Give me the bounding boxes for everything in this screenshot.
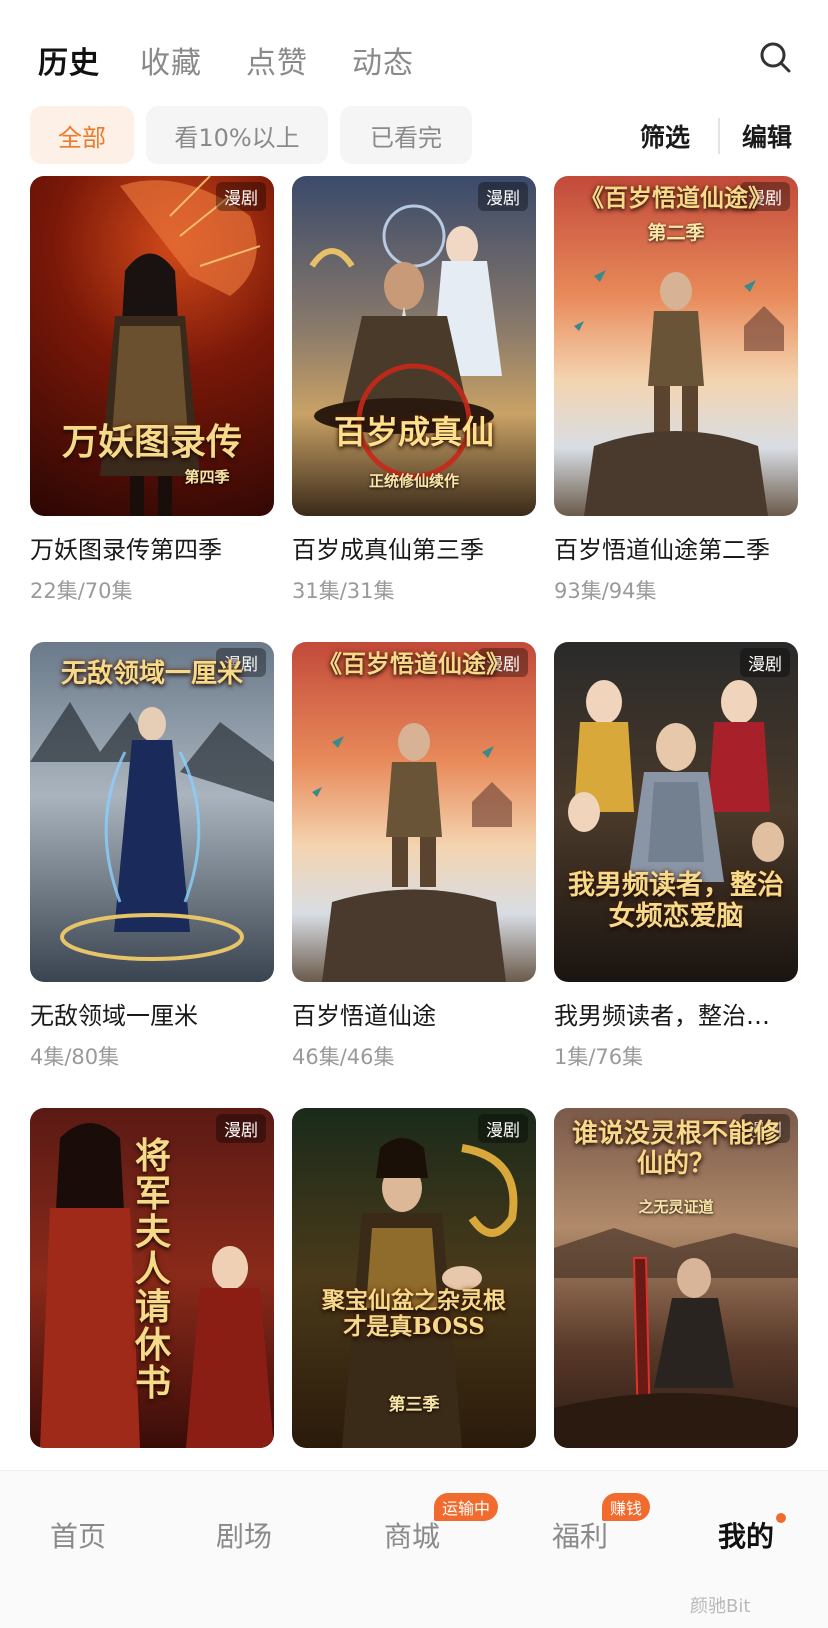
nav-home[interactable]: 首页 xyxy=(50,1515,106,1555)
blue-robed-swordsman-illustration xyxy=(30,702,274,961)
cover-title: 无敌领域一厘米 xyxy=(60,659,243,689)
divider xyxy=(718,118,720,154)
drama-card[interactable]: 漫剧 《百岁悟道仙途》 百岁悟道仙途 46集/46集 xyxy=(292,642,536,1071)
drama-card[interactable]: 漫剧 百岁成真仙 正统修仙续作 百岁成真仙第三季 31集/31集 xyxy=(292,176,536,605)
cover-title: 谁说没灵根不能修仙的？ xyxy=(571,1119,780,1179)
drama-title: 万妖图录传第四季 xyxy=(30,536,222,564)
type-badge: 漫剧 xyxy=(740,648,790,677)
old-cultivator-illustration xyxy=(312,723,512,982)
episode-progress: 46集/46集 xyxy=(292,1045,395,1069)
drama-card[interactable]: 漫剧 无敌领域一厘米 无敌领域一厘米 4集/80集 xyxy=(30,642,274,1071)
cover-subtitle: 第三季 xyxy=(388,1395,440,1415)
drama-card[interactable]: 漫剧 聚宝仙盆之杂灵根才是真BOSS 第三季 xyxy=(292,1108,536,1448)
episode-progress: 31集/31集 xyxy=(292,579,395,603)
drama-card[interactable]: 漫剧 《百岁悟道仙途》 第二季 百岁悟道仙途第二季 93集/94集 xyxy=(554,176,798,605)
cover-image[interactable]: 漫剧 将军夫人请休书 xyxy=(30,1108,274,1448)
edit-button[interactable]: 编辑 xyxy=(742,118,792,154)
tiger-warrior-illustration xyxy=(100,176,261,516)
cover-image[interactable]: 漫剧 百岁成真仙 正统修仙续作 xyxy=(292,176,536,516)
tab-likes[interactable]: 点赞 xyxy=(246,38,308,82)
cover-title: 万妖图录传 xyxy=(61,421,242,463)
top-tabs: 历史 收藏 点赞 动态 xyxy=(0,0,828,110)
cover-subtitle: 之无灵证道 xyxy=(638,1198,714,1216)
episode-progress: 93集/94集 xyxy=(554,579,657,603)
tab-activity[interactable]: 动态 xyxy=(352,38,414,82)
type-badge: 漫剧 xyxy=(216,1114,266,1143)
nav-mall[interactable]: 商城 xyxy=(384,1515,440,1555)
search-icon[interactable] xyxy=(756,38,796,78)
cover-image[interactable]: 漫剧 《百岁悟道仙途》 xyxy=(292,642,536,982)
tab-favorites[interactable]: 收藏 xyxy=(140,38,202,82)
filter-finished[interactable]: 已看完 xyxy=(340,106,472,164)
watermark: 颜驰Bit xyxy=(690,1596,751,1617)
cover-subtitle: 正统修仙续作 xyxy=(368,472,459,490)
filter-button[interactable]: 筛选 xyxy=(640,118,690,154)
nav-welfare[interactable]: 福利 xyxy=(552,1515,608,1555)
drama-title: 百岁悟道仙途 xyxy=(292,1002,436,1030)
drama-card[interactable]: 漫剧 我男频读者，整治女频恋爱脑 我男频读者，整治… 1集/76集 xyxy=(554,642,798,1071)
welfare-earn-badge: 赚钱 xyxy=(602,1493,651,1521)
cover-subtitle: 第二季 xyxy=(647,222,705,244)
episode-progress: 22集/70集 xyxy=(30,579,133,603)
type-badge: 漫剧 xyxy=(216,182,266,211)
cover-title: 《百岁悟道仙途》 xyxy=(580,183,772,212)
cover-title: 将军夫人请休书 xyxy=(134,1135,171,1404)
drama-card[interactable]: 漫剧 万妖图录传 第四季 万妖图录传第四季 22集/70集 xyxy=(30,176,274,605)
type-badge: 漫剧 xyxy=(478,1114,528,1143)
cover-title: 聚宝仙盆之杂灵根才是真BOSS xyxy=(322,1287,506,1341)
type-badge: 漫剧 xyxy=(478,182,528,211)
nav-mine[interactable]: 我的 xyxy=(718,1515,774,1555)
drama-card[interactable]: 漫剧 将军夫人请休书 xyxy=(30,1108,274,1448)
drama-title: 我男频读者，整治… xyxy=(554,1002,770,1030)
tab-history[interactable]: 历史 xyxy=(38,38,100,82)
cover-image[interactable]: 漫剧 谁说没灵根不能修仙的？ 之无灵证道 xyxy=(554,1108,798,1448)
immortal-sage-illustration xyxy=(309,204,502,479)
cover-image[interactable]: 漫剧 《百岁悟道仙途》 第二季 xyxy=(554,176,798,516)
drama-title: 百岁成真仙第三季 xyxy=(292,536,484,564)
cover-image[interactable]: 漫剧 万妖图录传 第四季 xyxy=(30,176,274,516)
nav-theater[interactable]: 剧场 xyxy=(216,1515,272,1555)
mall-status-badge: 运输中 xyxy=(434,1493,499,1521)
cover-image[interactable]: 漫剧 无敌领域一厘米 xyxy=(30,642,274,982)
cover-title: 百岁成真仙 xyxy=(333,413,494,451)
episode-progress: 1集/76集 xyxy=(554,1045,644,1069)
drama-title: 无敌领域一厘米 xyxy=(30,1002,198,1030)
notification-dot xyxy=(774,1511,788,1525)
cover-subtitle: 第四季 xyxy=(184,468,230,486)
drama-title: 百岁悟道仙途第二季 xyxy=(554,536,770,564)
episode-progress: 4集/80集 xyxy=(30,1045,120,1069)
cover-image[interactable]: 漫剧 聚宝仙盆之杂灵根才是真BOSS 第三季 xyxy=(292,1108,536,1448)
cover-image[interactable]: 漫剧 我男频读者，整治女频恋爱脑 xyxy=(554,642,798,982)
filter-watched-10pct[interactable]: 看10%以上 xyxy=(146,106,328,164)
filter-all[interactable]: 全部 xyxy=(30,106,134,164)
cover-title: 《百岁悟道仙途》 xyxy=(318,649,510,678)
drama-card[interactable]: 漫剧 谁说没灵根不能修仙的？ 之无灵证道 xyxy=(554,1108,798,1448)
cover-title: 我男频读者，整治女频恋爱脑 xyxy=(568,870,784,933)
